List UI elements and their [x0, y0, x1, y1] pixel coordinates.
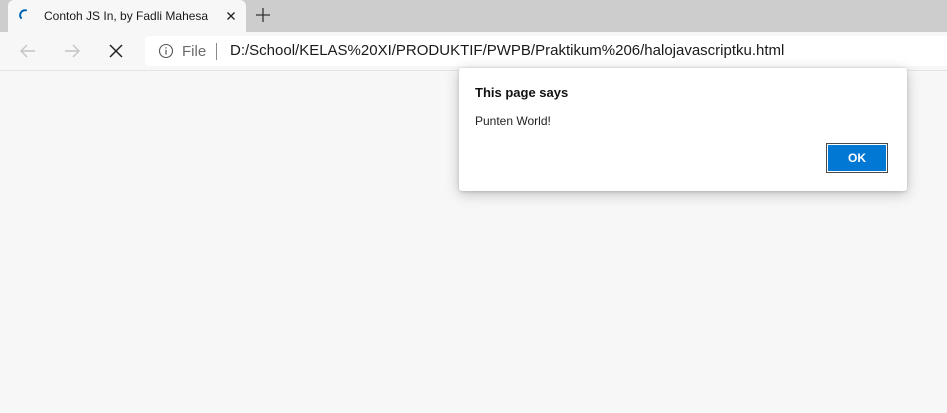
browser-tab[interactable]: Contoh JS In, by Fadli Mahesa [8, 0, 246, 33]
info-icon[interactable] [158, 43, 174, 59]
tab-strip: Contoh JS In, by Fadli Mahesa [0, 0, 947, 33]
scheme-label: File [182, 43, 207, 60]
dialog-title: This page says [475, 85, 569, 100]
close-icon[interactable] [223, 8, 239, 24]
forward-arrow-icon[interactable] [61, 40, 83, 62]
dialog-message: Punten World! [475, 114, 551, 128]
close-icon[interactable] [105, 40, 127, 62]
alert-dialog: This page says Punten World! OK [459, 68, 907, 191]
back-arrow-icon[interactable] [17, 40, 39, 62]
address-bar[interactable]: File D:/School/KELAS%20XI/PRODUKTIF/PWPB… [145, 36, 947, 66]
browser-window: Contoh JS In, by Fadli Mahesa File D:/Sc… [0, 0, 947, 413]
tab-title: Contoh JS In, by Fadli Mahesa [44, 9, 209, 23]
loading-spinner-icon [19, 9, 31, 21]
url-text[interactable]: D:/School/KELAS%20XI/PRODUKTIF/PWPB/Prak… [230, 42, 784, 59]
ok-button[interactable]: OK [826, 143, 888, 173]
toolbar: File D:/School/KELAS%20XI/PRODUKTIF/PWPB… [0, 32, 947, 71]
plus-icon[interactable] [254, 6, 272, 24]
address-divider [216, 43, 217, 60]
